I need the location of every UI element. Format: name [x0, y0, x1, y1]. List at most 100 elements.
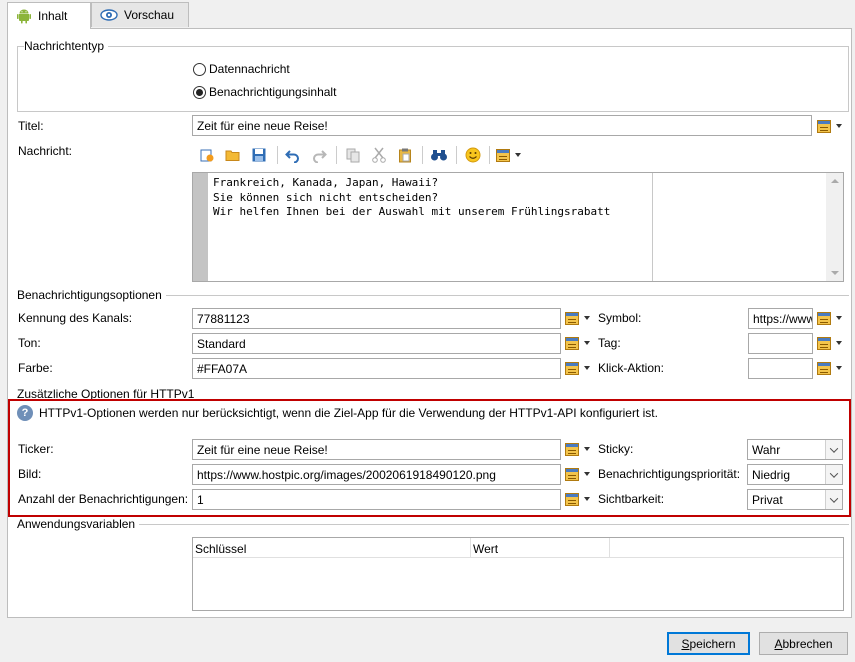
sound-input[interactable]: Standard: [192, 333, 561, 354]
message-type-title: Nachrichtentyp: [24, 39, 109, 53]
radio-datennachricht-label: Datennachricht: [209, 62, 290, 76]
chevron-down-icon: [584, 316, 590, 320]
personalize-icon: [817, 311, 831, 325]
tab-inhalt[interactable]: Inhalt: [7, 2, 91, 29]
message-editor[interactable]: Frankreich, Kanada, Japan, Hawaii? Sie k…: [192, 172, 844, 282]
personalize-icon: [817, 119, 831, 133]
scroll-down-icon[interactable]: [831, 271, 839, 275]
chevron-down-icon: [584, 497, 590, 501]
save-icon[interactable]: [250, 146, 268, 164]
ticker-picker[interactable]: [565, 439, 595, 459]
tag-input[interactable]: [748, 333, 813, 354]
personalize-icon: [817, 336, 831, 350]
column-header-key[interactable]: Schlüssel: [195, 542, 246, 556]
color-input[interactable]: #FFA07A: [192, 358, 561, 379]
symbol-label: Symbol:: [598, 311, 642, 325]
personalize-icon: [565, 467, 579, 481]
chevron-down-icon: [836, 341, 842, 345]
message-personalize-picker[interactable]: [496, 145, 526, 165]
tab-vorschau[interactable]: Vorschau: [91, 2, 189, 27]
channel-id-label: Kennung des Kanals:: [18, 311, 133, 325]
chevron-down-icon: [515, 153, 521, 157]
eye-icon: [100, 9, 118, 21]
chevron-down-icon: [836, 366, 842, 370]
message-line: Frankreich, Kanada, Japan, Hawaii?: [213, 176, 439, 189]
personalize-icon: [565, 311, 579, 325]
editor-gutter: [193, 173, 208, 281]
personalize-icon: [565, 361, 579, 375]
redo-icon[interactable]: [310, 146, 328, 164]
sticky-select[interactable]: Wahr: [747, 439, 843, 460]
channel-id-picker[interactable]: [565, 308, 595, 328]
httpv1-info-text: HTTPv1-Optionen werden nur berücksichtig…: [39, 406, 658, 420]
count-label: Anzahl der Benachrichtigungen:: [18, 492, 189, 506]
image-label: Bild:: [18, 467, 42, 481]
sound-label: Ton:: [18, 336, 41, 350]
tab-vorschau-label: Vorschau: [124, 8, 175, 22]
paste-icon[interactable]: [396, 146, 414, 164]
chevron-down-icon: [836, 124, 842, 128]
personalize-icon: [817, 361, 831, 375]
symbol-input[interactable]: https://www: [748, 308, 813, 329]
android-icon: [17, 9, 31, 24]
save-button-label: Speichern: [681, 636, 736, 651]
symbol-picker[interactable]: [817, 308, 847, 328]
click-action-picker[interactable]: [817, 358, 847, 378]
radio-benachrichtigungsinhalt-label: Benachrichtigungsinhalt: [209, 85, 337, 99]
count-input[interactable]: 1: [192, 489, 561, 510]
priority-select[interactable]: Niedrig: [747, 464, 843, 485]
title-input[interactable]: Zeit für eine neue Reise!: [192, 115, 812, 136]
image-picker[interactable]: [565, 464, 595, 484]
personalize-icon: [565, 336, 579, 350]
undo-icon[interactable]: [284, 146, 302, 164]
message-line: Wir helfen Ihnen bei der Auswahl mit uns…: [213, 205, 611, 218]
app-variables-table[interactable]: Schlüssel Wert: [192, 537, 844, 611]
app-variables-title: Anwendungsvariablen: [17, 517, 140, 531]
priority-label: Benachrichtigungspriorität:: [598, 467, 741, 481]
cancel-button[interactable]: Abbrechen: [759, 632, 848, 655]
folder-open-icon[interactable]: [224, 146, 242, 164]
table-header: Schlüssel Wert: [193, 538, 843, 558]
click-action-input[interactable]: [748, 358, 813, 379]
message-label: Nachricht:: [18, 144, 73, 158]
chevron-down-icon[interactable]: [825, 465, 842, 484]
tag-picker[interactable]: [817, 333, 847, 353]
ticker-input[interactable]: Zeit für eine neue Reise!: [192, 439, 561, 460]
chevron-down-icon: [836, 316, 842, 320]
editor-scrollbar[interactable]: [826, 173, 843, 281]
radio-datennachricht[interactable]: [193, 63, 206, 76]
chevron-down-icon: [584, 447, 590, 451]
save-button[interactable]: Speichern: [667, 632, 750, 655]
message-type-group: [17, 46, 849, 112]
count-picker[interactable]: [565, 489, 595, 509]
copy-icon[interactable]: [344, 146, 362, 164]
cut-icon[interactable]: [370, 146, 388, 164]
channel-id-input[interactable]: 77881123: [192, 308, 561, 329]
chevron-down-icon[interactable]: [825, 440, 842, 459]
info-icon: ?: [17, 405, 33, 421]
notification-options-title: Benachrichtigungsoptionen: [17, 288, 166, 302]
scroll-up-icon[interactable]: [831, 179, 839, 183]
color-label: Farbe:: [18, 361, 53, 375]
chevron-down-icon: [584, 472, 590, 476]
color-picker[interactable]: [565, 358, 595, 378]
title-personalize-picker[interactable]: [817, 116, 847, 136]
sticky-value: Wahr: [752, 443, 781, 457]
insert-icon[interactable]: [198, 146, 216, 164]
visibility-label: Sichtbarkeit:: [598, 492, 665, 506]
column-header-value[interactable]: Wert: [473, 542, 498, 556]
message-text: Frankreich, Kanada, Japan, Hawaii? Sie k…: [213, 176, 610, 220]
ticker-label: Ticker:: [18, 442, 54, 456]
radio-benachrichtigungsinhalt[interactable]: [193, 86, 206, 99]
chevron-down-icon: [584, 341, 590, 345]
tab-inhalt-label: Inhalt: [38, 9, 68, 23]
sticky-label: Sticky:: [598, 442, 634, 456]
chevron-down-icon[interactable]: [825, 490, 842, 509]
sound-picker[interactable]: [565, 333, 595, 353]
visibility-select[interactable]: Privat: [747, 489, 843, 510]
image-input[interactable]: https://www.hostpic.org/images/200206191…: [192, 464, 561, 485]
priority-value: Niedrig: [752, 468, 791, 482]
emoji-icon[interactable]: [464, 146, 482, 164]
tag-label: Tag:: [598, 336, 621, 350]
binoculars-icon[interactable]: [430, 146, 448, 164]
